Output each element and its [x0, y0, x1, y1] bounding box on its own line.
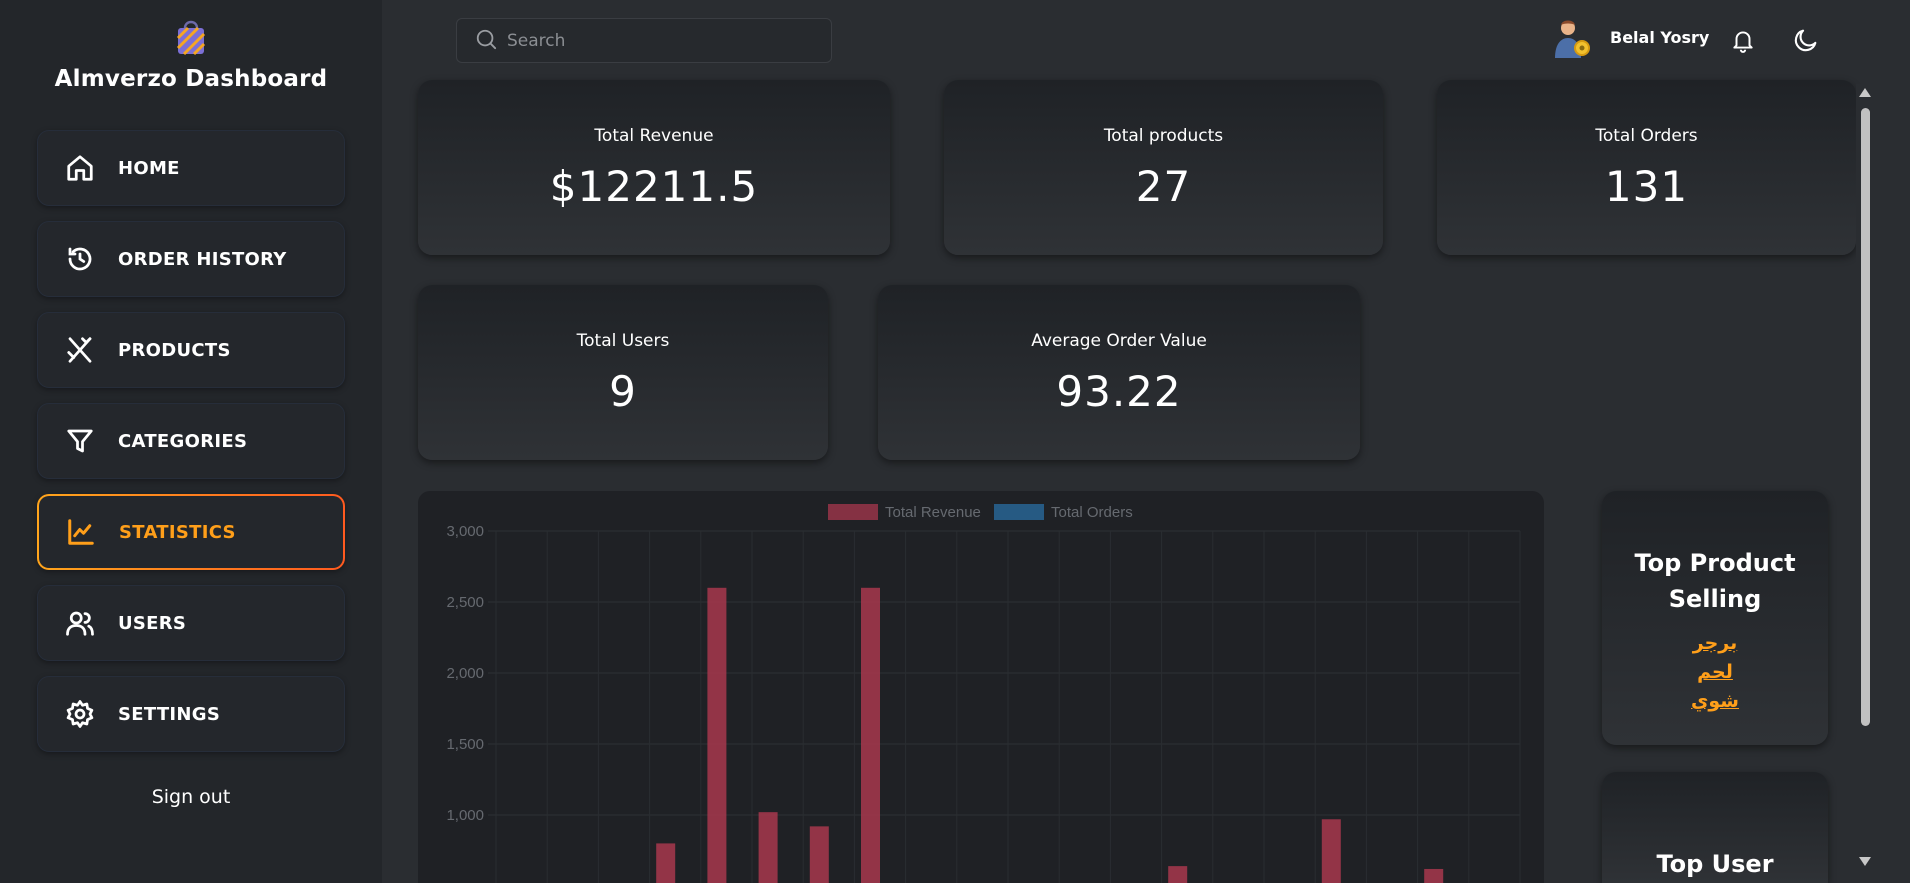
moon-icon[interactable] [1792, 26, 1820, 58]
bell-icon[interactable] [1730, 26, 1756, 58]
top-product-item[interactable]: برجر [1602, 629, 1828, 658]
revenue-bar [1321, 819, 1341, 883]
y-tick-label: 3,000 [446, 523, 484, 540]
revenue-bar [707, 587, 727, 883]
scrollbar-thumb[interactable] [1861, 108, 1870, 726]
top-product-title-line1: Top Product [1634, 549, 1796, 577]
stat-label: Total products [1103, 126, 1224, 146]
legend-swatch [994, 504, 1044, 520]
stat-label: Total Users [576, 331, 670, 351]
chart-line-icon [65, 516, 97, 548]
search-icon [457, 28, 497, 54]
stat-value: 27 [1135, 162, 1192, 211]
sidebar-item-label: HOME [118, 157, 180, 179]
revenue-bar [1168, 866, 1188, 883]
brand-title: Almverzo Dashboard [54, 66, 328, 92]
sidebar-item-categories[interactable]: CATEGORIES [37, 403, 345, 479]
sidebar-item-label: SETTINGS [118, 703, 221, 725]
sidebar: Almverzo Dashboard HOME ORDER HISTORY PR… [0, 0, 382, 883]
revenue-bar [656, 843, 676, 883]
sidebar-item-users[interactable]: USERS [37, 585, 345, 661]
users-icon [64, 607, 96, 639]
stat-label: Total Orders [1595, 126, 1698, 146]
shopping-bag-icon [175, 18, 207, 56]
sidebar-item-order-history[interactable]: ORDER HISTORY [37, 221, 345, 297]
search-bar[interactable] [456, 18, 832, 63]
top-product-title-line2: Selling [1668, 585, 1762, 613]
revenue-bar [758, 812, 778, 883]
sidebar-item-statistics[interactable]: STATISTICS [37, 494, 345, 570]
revenue-bar [1424, 868, 1444, 883]
revenue-bar [861, 587, 880, 883]
top-user-card: Top User [1602, 772, 1828, 883]
home-icon [64, 152, 96, 184]
top-product-title: Top Product Selling [1602, 545, 1828, 617]
y-tick-label: 1,000 [446, 807, 484, 824]
avatar[interactable] [1552, 18, 1592, 60]
stat-card-average-order-value: Average Order Value 93.22 [878, 285, 1360, 460]
stat-value: 131 [1604, 162, 1689, 211]
stat-value: 9 [609, 367, 637, 416]
legend-label: Total Orders [1051, 504, 1133, 521]
sidebar-item-settings[interactable]: SETTINGS [37, 676, 345, 752]
y-tick-label: 1,500 [446, 736, 484, 753]
stat-label: Total Revenue [594, 126, 714, 146]
y-tick-label: 2,500 [446, 594, 484, 611]
stat-value: 93.22 [1056, 367, 1182, 416]
scroll-down-arrow-icon[interactable] [1859, 857, 1871, 866]
scroll-up-arrow-icon[interactable] [1859, 88, 1871, 97]
stat-label: Average Order Value [1031, 331, 1207, 351]
utensils-icon [64, 334, 96, 366]
sidebar-item-label: ORDER HISTORY [118, 248, 287, 270]
stat-card-total-orders: Total Orders 131 [1437, 80, 1856, 255]
top-user-title: Top User [1656, 850, 1774, 878]
gear-icon [64, 698, 96, 730]
top-product-item[interactable]: لحم [1602, 658, 1828, 687]
sign-out-link[interactable]: Sign out [0, 786, 382, 808]
top-product-list: برجر لحم شوي [1602, 629, 1828, 716]
y-tick-label: 2,000 [446, 665, 484, 682]
sidebar-item-products[interactable]: PRODUCTS [37, 312, 345, 388]
revenue-bar [809, 826, 829, 883]
sidebar-item-label: PRODUCTS [118, 339, 231, 361]
legend-label: Total Revenue [885, 504, 981, 521]
top-product-item[interactable]: شوي [1602, 687, 1828, 716]
bar-chart: Total Revenue Total Orders 3,000 2,500 2,000… [446, 504, 1521, 883]
top-product-selling-card: Top Product Selling برجر لحم شوي [1602, 491, 1828, 745]
statistics-chart: Total Revenue Total Orders 3,000 2,500 2,000… [418, 491, 1544, 883]
sidebar-item-home[interactable]: HOME [37, 130, 345, 206]
stat-card-total-users: Total Users 9 [418, 285, 828, 460]
search-input[interactable] [507, 30, 807, 51]
sidebar-item-label: USERS [118, 612, 187, 634]
stat-card-total-products: Total products 27 [944, 80, 1383, 255]
legend-swatch [828, 504, 878, 520]
sidebar-item-label: STATISTICS [119, 521, 236, 543]
stat-value: $12211.5 [549, 162, 759, 211]
sidebar-item-label: CATEGORIES [118, 430, 248, 452]
history-icon [64, 243, 96, 275]
user-name[interactable]: Belal Yosry [1610, 28, 1709, 47]
stat-card-total-revenue: Total Revenue $12211.5 [418, 80, 890, 255]
filter-icon [64, 425, 96, 457]
